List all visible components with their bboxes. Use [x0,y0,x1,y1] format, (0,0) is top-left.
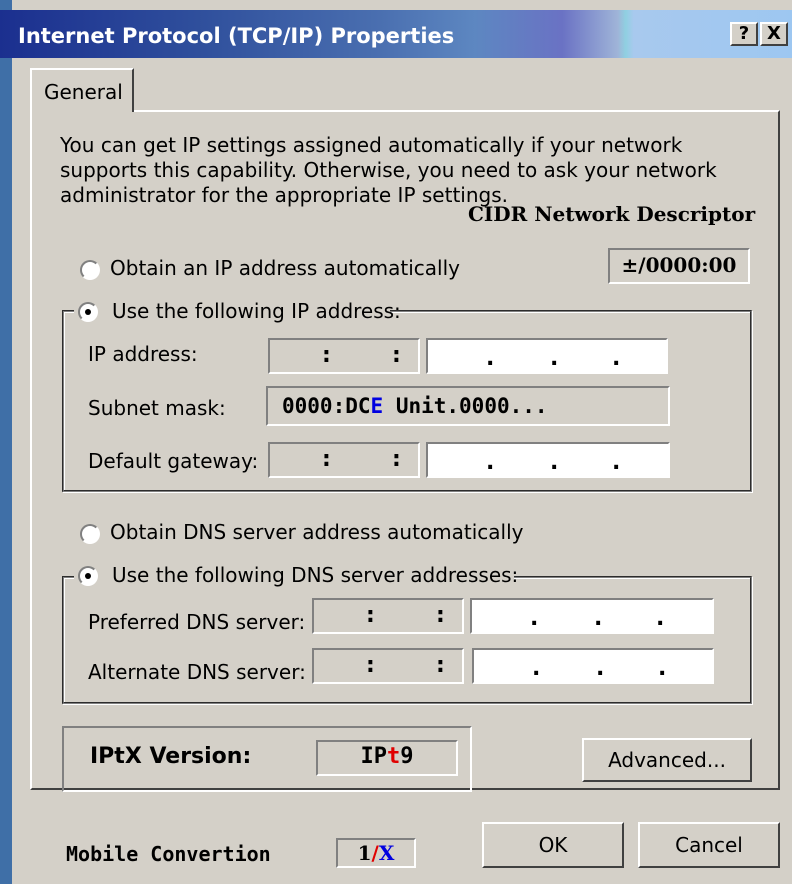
mobile-convertion-label: Mobile Convertion [66,842,271,866]
intro-text: You can get IP settings assigned automat… [60,133,717,207]
ipv4-dot-3: . [612,346,621,371]
mobile-part-c: X [378,841,395,865]
default-gateway-label: Default gateway: [88,449,259,473]
gateway-ipv4-field[interactable]: . . . [426,442,670,478]
ipv6-sep-1: : [322,343,331,368]
use-following-dns-label[interactable]: Use the following DNS server addresses: [112,563,518,587]
obtain-ip-auto-radio[interactable] [80,260,100,280]
ip-address-label: IP address: [88,342,198,366]
tab-general-label: General [44,80,123,104]
help-button[interactable]: ? [730,22,758,46]
mobile-part-a: 1 [357,841,372,865]
ipv6-sep-2: : [392,343,401,368]
mobile-part-b: / [371,841,379,865]
iptx-version-value: IPt9 [316,740,458,776]
advanced-button[interactable]: Advanced... [582,738,752,782]
close-button[interactable]: X [760,22,788,46]
ipv4-dot-2: . [550,346,559,371]
use-following-ip-radio-2[interactable] [78,302,98,322]
alternate-dns-ipv4-field[interactable]: . . . [472,648,714,684]
ip-address-ipv4-field[interactable]: . . . [426,338,668,374]
title-bar[interactable]: Internet Protocol (TCP/IP) Properties ? … [0,10,792,58]
version-part-b: t [387,744,401,769]
subnet-value-part-a: 0000:DC [282,394,371,418]
obtain-dns-auto-radio[interactable] [80,524,100,544]
version-part-c: 9 [400,744,414,769]
adns-dot-3: . [658,656,667,681]
mobile-convertion-value: 1/X [336,838,416,868]
cidr-value: ±/0000:00 [608,248,750,284]
obtain-dns-auto-label[interactable]: Obtain DNS server address automatically [110,520,524,544]
ip-address-ipv6-field[interactable]: : : [268,338,420,374]
pdns-dot-3: . [656,606,665,631]
iptx-version-label: IPtX Version: [90,744,252,769]
preferred-dns-label: Preferred DNS server: [88,610,306,634]
adns-ipv6-sep-1: : [366,653,375,678]
subnet-value-part-c: Unit.0000... [383,394,548,418]
cancel-button[interactable]: Cancel [638,822,780,868]
preferred-dns-ipv4-field[interactable]: . . . [470,598,714,634]
dns-group [62,576,752,704]
pdns-dot-2: . [594,606,603,631]
gw-dot-2: . [550,450,559,475]
adns-ipv6-sep-2: : [436,653,445,678]
ipv4-dot-1: . [486,346,495,371]
version-part-a: IP [360,744,388,769]
ok-button[interactable]: OK [482,822,624,868]
pdns-dot-1: . [530,606,539,631]
tab-general[interactable]: General [30,68,134,112]
gateway-ipv6-field[interactable]: : : [268,442,420,478]
use-following-dns-radio[interactable] [78,566,98,586]
subnet-value-part-b: E [370,394,384,418]
cidr-title: CIDR Network Descriptor [468,202,756,226]
alternate-dns-label: Alternate DNS server: [88,660,306,684]
window-title: Internet Protocol (TCP/IP) Properties [18,24,455,48]
adns-dot-2: . [596,656,605,681]
use-following-ip-text[interactable]: Use the following IP address: [112,299,401,323]
pdns-ipv6-sep-1: : [366,603,375,628]
alternate-dns-ipv6-field[interactable]: : : [312,648,464,684]
gw-dot-3: . [612,450,621,475]
subnet-mask-field[interactable]: 0000:DCE Unit.0000... [266,386,670,426]
obtain-ip-auto-label[interactable]: Obtain an IP address automatically [110,256,460,280]
adns-dot-1: . [532,656,541,681]
gw-dot-1: . [486,450,495,475]
preferred-dns-ipv6-field[interactable]: : : [312,598,464,634]
subnet-mask-value: 0000:DCE Unit.0000... [282,394,548,418]
pdns-ipv6-sep-2: : [436,603,445,628]
gw-ipv6-sep-1: : [322,447,331,472]
gw-ipv6-sep-2: : [392,447,401,472]
subnet-mask-label: Subnet mask: [88,396,226,420]
